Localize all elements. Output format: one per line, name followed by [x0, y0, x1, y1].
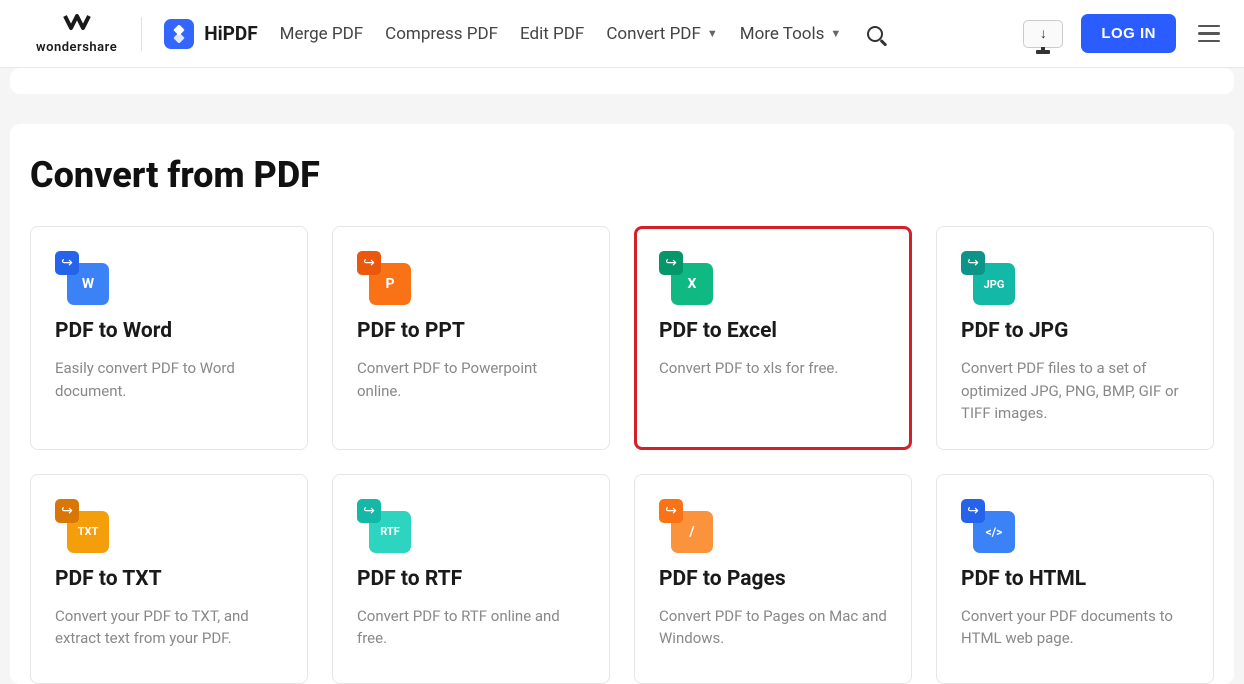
login-button[interactable]: LOG IN — [1081, 14, 1176, 53]
card-desc: Easily convert PDF to Word document. — [55, 357, 283, 402]
tools-grid: W ↪ PDF to Word Easily convert PDF to Wo… — [30, 226, 1214, 684]
card-desc: Convert PDF files to a set of optimized … — [961, 357, 1189, 425]
wondershare-logo[interactable]: wondershare — [36, 13, 117, 55]
nav-merge-pdf[interactable]: Merge PDF — [280, 24, 364, 44]
card-title: PDF to HTML — [961, 567, 1189, 591]
card-title: PDF to JPG — [961, 319, 1189, 343]
header-right: ↓ LOG IN — [1023, 14, 1224, 53]
card-title: PDF to RTF — [357, 567, 585, 591]
pdf-to-txt-icon: TXT ↪ — [55, 499, 105, 549]
hipdf-badge-icon — [164, 19, 194, 49]
card-pdf-to-txt[interactable]: TXT ↪ PDF to TXT Convert your PDF to TXT… — [30, 474, 308, 684]
pdf-to-html-icon: </> ↪ — [961, 499, 1011, 549]
card-pdf-to-word[interactable]: W ↪ PDF to Word Easily convert PDF to Wo… — [30, 226, 308, 450]
card-title: PDF to Excel — [659, 319, 887, 343]
search-icon[interactable] — [863, 22, 887, 46]
card-pdf-to-pages[interactable]: / ↪ PDF to Pages Convert PDF to Pages on… — [634, 474, 912, 684]
top-spacer-card — [10, 68, 1234, 94]
nav-compress-pdf[interactable]: Compress PDF — [385, 24, 498, 44]
download-desktop-button[interactable]: ↓ — [1023, 20, 1063, 48]
logo-group: wondershare HiPDF — [36, 13, 258, 55]
page-body: Convert from PDF W ↪ PDF to Word Easily … — [0, 68, 1244, 684]
nav-label: Convert PDF — [606, 24, 701, 44]
nav-label: Merge PDF — [280, 24, 364, 44]
section-title: Convert from PDF — [30, 154, 1214, 196]
chevron-down-icon: ▼ — [830, 27, 841, 40]
pdf-to-ppt-icon: P ↪ — [357, 251, 407, 301]
divider — [141, 17, 142, 51]
card-title: PDF to TXT — [55, 567, 283, 591]
menu-icon[interactable] — [1194, 21, 1224, 47]
card-pdf-to-html[interactable]: </> ↪ PDF to HTML Convert your PDF docum… — [936, 474, 1214, 684]
pdf-to-pages-icon: / ↪ — [659, 499, 709, 549]
hipdf-logo[interactable]: HiPDF — [164, 19, 257, 49]
card-desc: Convert your PDF to TXT, and extract tex… — [55, 605, 283, 650]
pdf-to-rtf-icon: RTF ↪ — [357, 499, 407, 549]
nav-convert-pdf[interactable]: Convert PDF ▼ — [606, 24, 717, 44]
nav-more-tools[interactable]: More Tools ▼ — [740, 24, 842, 44]
card-title: PDF to Pages — [659, 567, 887, 591]
main-header: wondershare HiPDF Merge PDF Compress PDF… — [0, 0, 1244, 68]
card-pdf-to-excel[interactable]: X ↪ PDF to Excel Convert PDF to xls for … — [634, 226, 912, 450]
pdf-to-jpg-icon: JPG ↪ — [961, 251, 1011, 301]
card-desc: Convert PDF to xls for free. — [659, 357, 887, 380]
nav-label: Edit PDF — [520, 24, 584, 44]
download-arrow-icon: ↓ — [1040, 25, 1047, 42]
nav-edit-pdf[interactable]: Edit PDF — [520, 24, 584, 44]
card-desc: Convert PDF to Powerpoint online. — [357, 357, 585, 402]
hipdf-text: HiPDF — [204, 22, 257, 45]
card-pdf-to-jpg[interactable]: JPG ↪ PDF to JPG Convert PDF files to a … — [936, 226, 1214, 450]
convert-from-pdf-section: Convert from PDF W ↪ PDF to Word Easily … — [10, 124, 1234, 684]
card-title: PDF to Word — [55, 319, 283, 343]
pdf-to-word-icon: W ↪ — [55, 251, 105, 301]
nav-label: More Tools — [740, 24, 825, 44]
wondershare-text: wondershare — [36, 40, 117, 55]
card-desc: Convert PDF to Pages on Mac and Windows. — [659, 605, 887, 650]
card-desc: Convert PDF to RTF online and free. — [357, 605, 585, 650]
chevron-down-icon: ▼ — [707, 27, 718, 40]
card-desc: Convert your PDF documents to HTML web p… — [961, 605, 1189, 650]
card-title: PDF to PPT — [357, 319, 585, 343]
wondershare-mark-icon — [63, 13, 91, 38]
nav-label: Compress PDF — [385, 24, 498, 44]
card-pdf-to-rtf[interactable]: RTF ↪ PDF to RTF Convert PDF to RTF onli… — [332, 474, 610, 684]
main-nav: Merge PDF Compress PDF Edit PDF Convert … — [280, 22, 888, 46]
card-pdf-to-ppt[interactable]: P ↪ PDF to PPT Convert PDF to Powerpoint… — [332, 226, 610, 450]
pdf-to-excel-icon: X ↪ — [659, 251, 709, 301]
